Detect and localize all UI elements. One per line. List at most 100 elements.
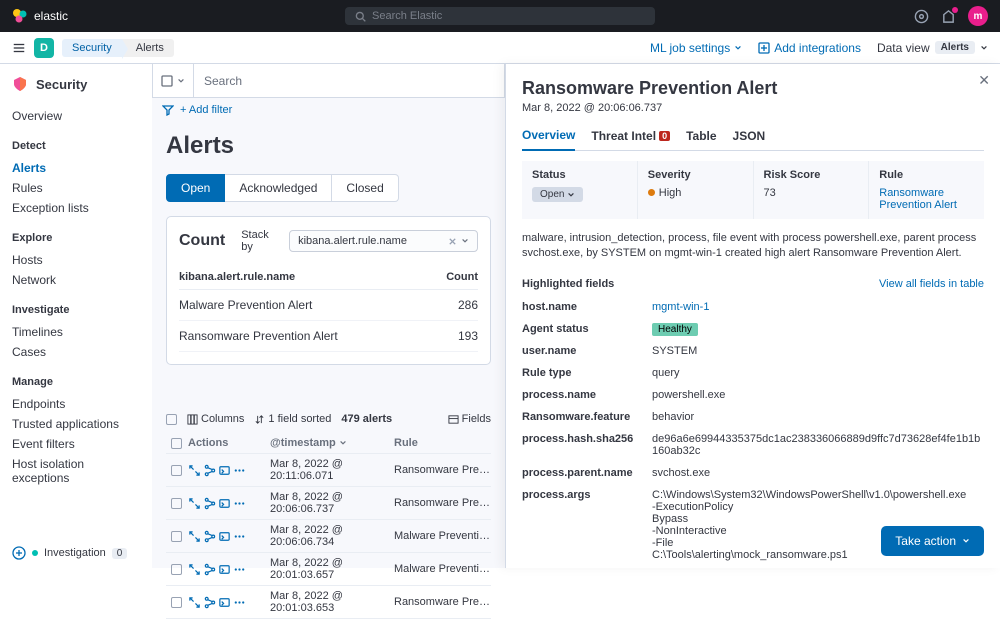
ml-job-settings[interactable]: ML job settings (650, 41, 742, 55)
sidebar-item-host-isolation-exceptions[interactable]: Host isolation exceptions (12, 454, 139, 488)
highlighted-field-row: process.namepowershell.exe (522, 384, 984, 406)
actions-header: Actions (186, 437, 264, 449)
clear-icon[interactable] (448, 237, 457, 246)
sidebar-item-hosts[interactable]: Hosts (12, 250, 139, 270)
session-icon[interactable] (218, 563, 231, 576)
sort-button[interactable]: 1 field sorted (254, 413, 331, 425)
status-tab-open[interactable]: Open (166, 174, 225, 202)
expand-icon[interactable] (188, 530, 201, 543)
nav-toggle-icon[interactable] (12, 41, 26, 55)
sidebar-item-network[interactable]: Network (12, 270, 139, 290)
row-checkbox[interactable] (171, 465, 182, 476)
sidebar-item-exception-lists[interactable]: Exception lists (12, 198, 139, 218)
sidebar-item-overview[interactable]: Overview (12, 106, 139, 126)
chevron-down-icon (962, 537, 970, 545)
expand-icon[interactable] (188, 563, 201, 576)
cell-timestamp: Mar 8, 2022 @ 20:06:06.737 (264, 491, 388, 515)
header-checkbox[interactable] (171, 438, 182, 449)
highlighted-fields-title: Highlighted fields (522, 278, 614, 290)
analyze-icon[interactable] (203, 464, 216, 477)
status-pill[interactable]: Open (532, 187, 583, 202)
status-tab-closed[interactable]: Closed (332, 174, 398, 202)
more-actions-icon[interactable] (233, 464, 246, 477)
status-tab-acknowledged[interactable]: Acknowledged (225, 174, 332, 202)
more-actions-icon[interactable] (233, 596, 246, 609)
space-badge[interactable]: D (34, 38, 54, 58)
table-row[interactable]: Mar 8, 2022 @ 20:06:06.737 Ransomware Pr… (166, 487, 491, 520)
rule-header[interactable]: Rule (388, 437, 491, 449)
field-key: Agent status (522, 323, 652, 335)
cell-rule: Ransomware Prevention Al… (388, 464, 491, 476)
sidebar-item-endpoints[interactable]: Endpoints (12, 394, 139, 414)
sidebar-item-event-filters[interactable]: Event filters (12, 434, 139, 454)
analyze-icon[interactable] (203, 497, 216, 510)
chevron-down-icon (980, 44, 988, 52)
search-icon (355, 11, 366, 22)
sidebar-item-cases[interactable]: Cases (12, 342, 139, 362)
user-avatar[interactable]: m (968, 6, 988, 26)
notification-dot (952, 7, 958, 13)
session-icon[interactable] (218, 497, 231, 510)
highlighted-field-row: Ransomware.featurebehavior (522, 406, 984, 428)
sidebar-item-rules[interactable]: Rules (12, 178, 139, 198)
elastic-logo[interactable]: elastic (12, 8, 68, 24)
analyze-icon[interactable] (203, 530, 216, 543)
expand-icon[interactable] (188, 497, 201, 510)
query-language-selector[interactable] (153, 64, 194, 97)
row-checkbox[interactable] (171, 597, 182, 608)
row-checkbox[interactable] (171, 564, 182, 575)
alerts-body: Alerts OpenAcknowledgedClosed Count Stac… (152, 122, 505, 629)
chevron-down-icon (177, 77, 185, 85)
expand-icon[interactable] (188, 596, 201, 609)
rule-link[interactable]: Ransomware Prevention Alert (879, 187, 974, 211)
add-filter-button[interactable]: + Add filter (180, 104, 232, 116)
view-all-fields[interactable]: View all fields in table (879, 278, 984, 290)
global-search[interactable]: Search Elastic (345, 7, 655, 25)
tab-table[interactable]: Table (686, 128, 716, 150)
filter-options-icon[interactable] (162, 104, 174, 116)
breadcrumb-security[interactable]: Security (62, 39, 122, 57)
table-row[interactable]: Mar 8, 2022 @ 20:01:03.653 Ransomware Pr… (166, 586, 491, 619)
tab-overview[interactable]: Overview (522, 128, 575, 151)
field-value: SYSTEM (652, 345, 697, 357)
sidebar-item-trusted-applications[interactable]: Trusted applications (12, 414, 139, 434)
timestamp-header[interactable]: @timestamp (264, 437, 388, 449)
field-value-link[interactable]: mgmt-win-1 (652, 301, 709, 313)
help-icon[interactable] (914, 9, 929, 24)
add-integrations[interactable]: Add integrations (758, 41, 861, 55)
row-checkbox[interactable] (171, 531, 182, 542)
plus-circle-icon[interactable] (12, 546, 26, 560)
query-input[interactable]: Search (194, 74, 504, 88)
session-icon[interactable] (218, 530, 231, 543)
tab-json[interactable]: JSON (733, 128, 766, 150)
count-row[interactable]: Ransomware Prevention Alert193 (179, 321, 478, 352)
more-actions-icon[interactable] (233, 563, 246, 576)
breadcrumb-alerts[interactable]: Alerts (122, 39, 174, 57)
select-all-checkbox[interactable] (166, 414, 177, 425)
stack-by-input[interactable]: kibana.alert.rule.name (289, 230, 478, 252)
more-actions-icon[interactable] (233, 530, 246, 543)
analyze-icon[interactable] (203, 596, 216, 609)
investigation-footer[interactable]: Investigation 0 (12, 546, 127, 560)
columns-button[interactable]: Columns (187, 413, 244, 425)
take-action-button[interactable]: Take action (881, 526, 984, 556)
table-row[interactable]: Mar 8, 2022 @ 20:11:06.071 Ransomware Pr… (166, 454, 491, 487)
count-row[interactable]: Malware Prevention Alert286 (179, 290, 478, 321)
fields-button[interactable]: Fields (448, 413, 491, 425)
expand-icon[interactable] (188, 464, 201, 477)
table-row[interactable]: Mar 8, 2022 @ 20:01:03.657 Malware Preve… (166, 553, 491, 586)
close-flyout-button[interactable]: ✕ (978, 72, 990, 89)
rule-card: Rule Ransomware Prevention Alert (869, 161, 984, 219)
sidebar-item-timelines[interactable]: Timelines (12, 322, 139, 342)
session-icon[interactable] (218, 464, 231, 477)
table-row[interactable]: Mar 8, 2022 @ 20:06:06.734 Malware Preve… (166, 520, 491, 553)
row-checkbox[interactable] (171, 498, 182, 509)
analyze-icon[interactable] (203, 563, 216, 576)
newsfeed-icon[interactable] (941, 9, 956, 24)
tab-threat-intel[interactable]: Threat Intel 0 (591, 128, 670, 150)
session-icon[interactable] (218, 596, 231, 609)
more-actions-icon[interactable] (233, 497, 246, 510)
sidebar-item-alerts[interactable]: Alerts (12, 158, 139, 178)
status-card: Status Open (522, 161, 637, 219)
data-view[interactable]: Data view Alerts (877, 41, 988, 55)
